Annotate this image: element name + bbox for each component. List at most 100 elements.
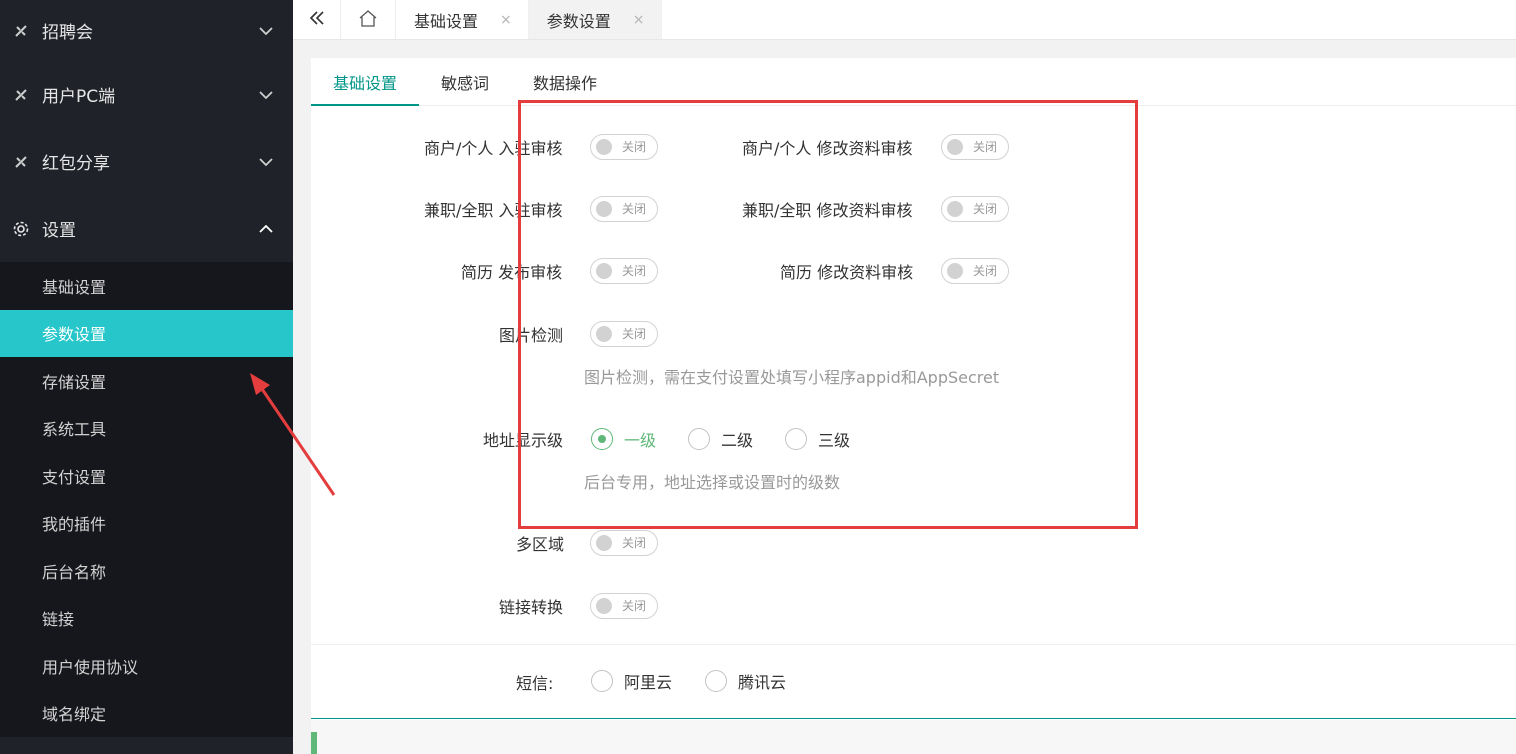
switch-text: 关闭 [973,264,998,278]
switch-text: 关闭 [622,264,647,278]
sidebar: 招聘会 用户PC端 红包分享 设置 基础设置 参数设置 存储设置 系统工具 支付… [0,0,293,754]
job-edit-review-switch[interactable]: 关闭 [941,196,1009,222]
content-panel: 基础设置 敏感词 数据操作 [311,58,1516,754]
menu-group-job-fair[interactable]: 招聘会 [0,0,293,61]
switch-text: 关闭 [622,140,647,154]
switch-knob [596,263,612,279]
tab-label: 基础设置 [414,11,479,31]
home-icon [358,9,378,31]
image-check-hint: 图片检测，需在支付设置处填写小程序appid和AppSecret [584,368,1000,387]
radio-label: 阿里云 [624,673,673,692]
menu-group-settings[interactable]: 设置 [0,195,293,262]
address-level-label: 地址显示级 [483,431,564,450]
subtab-data-operations[interactable]: 数据操作 [511,58,619,105]
next-section-header [311,720,1516,754]
sidebar-item-storage-settings[interactable]: 存储设置 [0,357,293,405]
sms-radio-aliyun[interactable]: 阿里云 [591,669,672,693]
switch-text: 关闭 [622,536,647,550]
sidebar-item-admin-name[interactable]: 后台名称 [0,547,293,595]
link-convert-label: 链接转换 [499,598,564,617]
merchant-join-review-switch[interactable]: 关闭 [590,134,658,160]
subtab-basic-settings[interactable]: 基础设置 [311,58,420,106]
radio-label: 三级 [818,431,851,450]
radio-label: 一级 [624,431,657,450]
chevron-down-icon [259,155,273,169]
merchant-edit-review-label: 商户/个人 修改资料审核 [742,139,913,158]
sidebar-item-basic-settings[interactable]: 基础设置 [0,262,293,310]
image-check-switch[interactable]: 关闭 [590,321,658,347]
tools-icon [12,86,30,104]
resume-publish-review-label: 简历 发布审核 [461,263,563,282]
double-chevron-left-icon [308,10,326,30]
menu-group-label: 用户PC端 [42,87,116,107]
switch-text: 关闭 [973,202,998,216]
switch-knob [947,201,963,217]
collapse-tabs-button[interactable] [293,0,341,39]
radio-circle [591,428,613,450]
section-accent-bar [311,732,317,754]
switch-knob [596,535,612,551]
switch-knob [947,263,963,279]
sidebar-item-links[interactable]: 链接 [0,595,293,643]
page-tabs-bar: 基础设置 × 参数设置 × [293,0,1516,40]
merchant-edit-review-switch[interactable]: 关闭 [941,134,1009,160]
address-level-radio-2[interactable]: 二级 [688,427,753,451]
tab-basic-settings[interactable]: 基础设置 × [396,0,529,39]
section-divider [311,644,1516,645]
radio-circle [591,670,613,692]
job-join-review-switch[interactable]: 关闭 [590,196,658,222]
resume-edit-review-switch[interactable]: 关闭 [941,258,1009,284]
switch-text: 关闭 [622,327,647,341]
address-level-radio-3[interactable]: 三级 [785,427,850,451]
sidebar-item-my-plugins[interactable]: 我的插件 [0,500,293,548]
radio-label: 二级 [721,431,754,450]
sms-radio-tencent[interactable]: 腾讯云 [705,669,786,693]
menu-group-user-pc[interactable]: 用户PC端 [0,61,293,128]
radio-circle [705,670,727,692]
switch-knob [596,201,612,217]
switch-text: 关闭 [622,599,647,613]
chevron-down-icon [259,24,273,38]
menu-group-red-packet[interactable]: 红包分享 [0,128,293,195]
settings-submenu: 基础设置 参数设置 存储设置 系统工具 支付设置 我的插件 后台名称 链接 用户… [0,262,293,737]
address-level-radio-1[interactable]: 一级 [591,427,656,451]
job-join-review-label: 兼职/全职 入驻审核 [424,201,563,220]
switch-text: 关闭 [973,140,998,154]
chevron-down-icon [259,88,273,102]
resume-edit-review-label: 简历 修改资料审核 [780,263,914,282]
merchant-join-review-label: 商户/个人 入驻审核 [424,139,563,158]
sidebar-item-param-settings[interactable]: 参数设置 [0,309,293,357]
switch-text: 关闭 [622,202,647,216]
close-icon[interactable]: × [500,12,512,28]
close-icon[interactable]: × [633,12,645,28]
subtab-sensitive-words[interactable]: 敏感词 [419,58,511,105]
radio-label: 腾讯云 [738,673,787,692]
radio-circle [785,428,807,450]
radio-circle [688,428,710,450]
sms-label: 短信: [516,674,554,693]
switch-knob [596,598,612,614]
switch-knob [596,326,612,342]
menu-group-label: 红包分享 [42,154,110,174]
section-divider-green [311,718,1516,719]
menu-group-label: 设置 [42,221,76,241]
sidebar-item-payment-settings[interactable]: 支付设置 [0,452,293,500]
settings-subtabs: 基础设置 敏感词 数据操作 [311,58,1516,106]
multi-region-switch[interactable]: 关闭 [590,530,658,556]
tab-param-settings[interactable]: 参数设置 × [528,0,662,39]
link-convert-switch[interactable]: 关闭 [590,593,658,619]
gear-icon [12,220,30,238]
switch-knob [947,139,963,155]
resume-publish-review-switch[interactable]: 关闭 [590,258,658,284]
sidebar-item-domain-binding[interactable]: 域名绑定 [0,690,293,738]
tools-icon [12,153,30,171]
multi-region-label: 多区域 [516,535,565,554]
home-tab-button[interactable] [341,0,396,39]
sidebar-item-system-tools[interactable]: 系统工具 [0,405,293,453]
sidebar-item-user-agreement[interactable]: 用户使用协议 [0,642,293,690]
image-check-label: 图片检测 [499,326,564,345]
tab-label: 参数设置 [546,11,611,31]
menu-group-label: 招聘会 [42,23,93,43]
job-edit-review-label: 兼职/全职 修改资料审核 [742,201,913,220]
switch-knob [596,139,612,155]
